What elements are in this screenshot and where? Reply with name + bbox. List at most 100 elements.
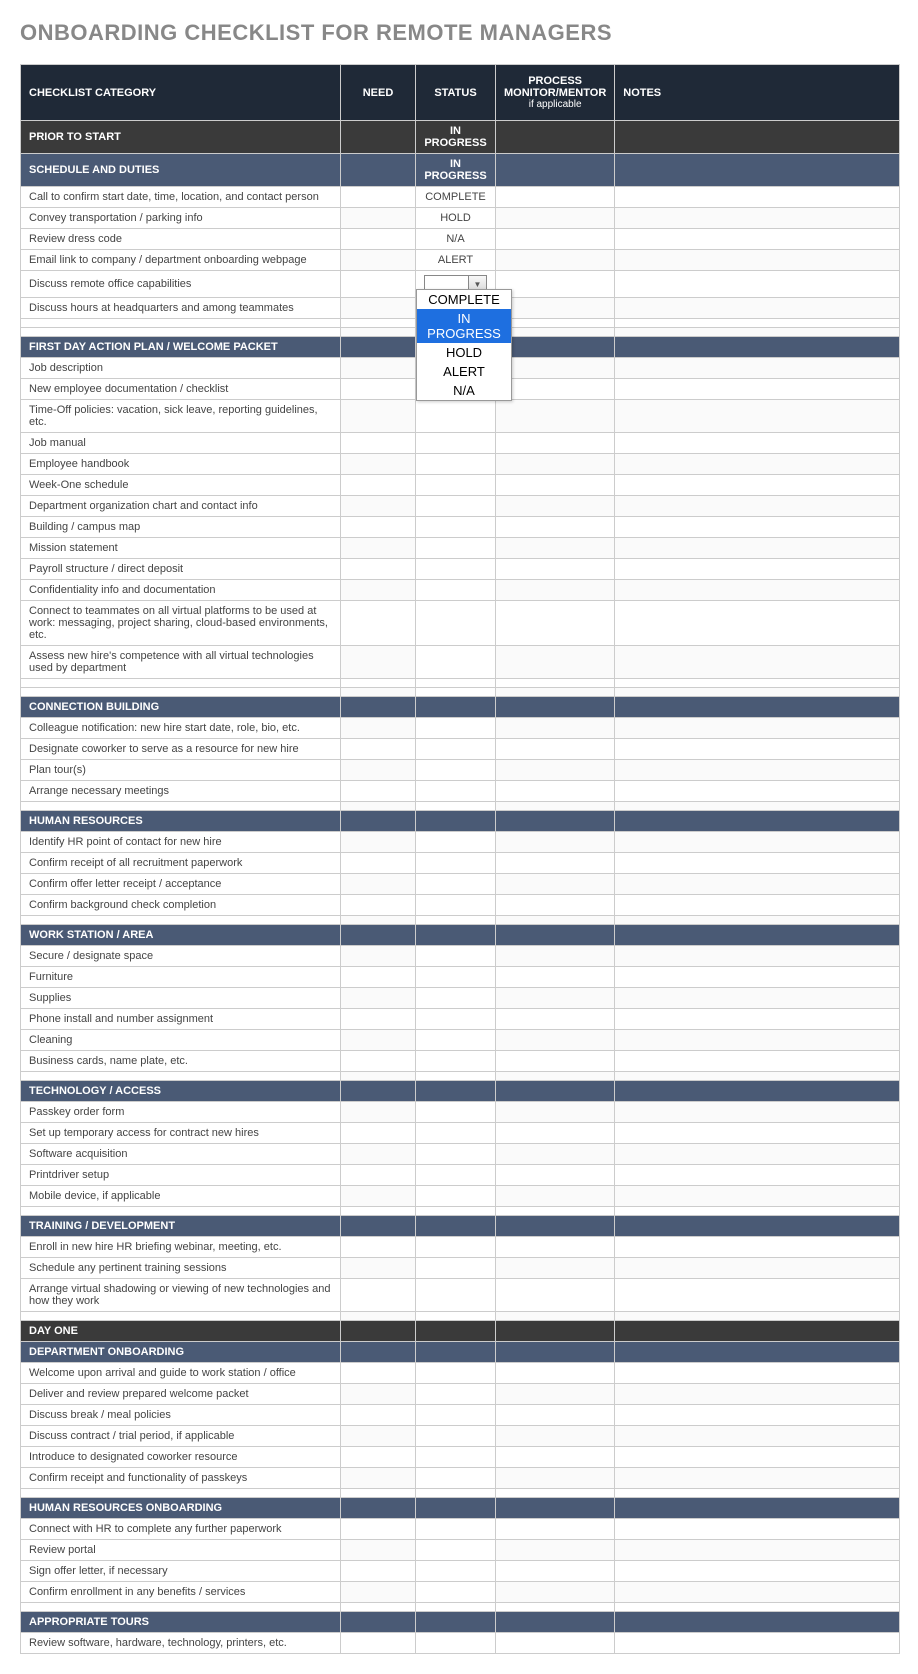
pm-cell[interactable]: [496, 1582, 615, 1603]
status-cell[interactable]: [416, 1603, 496, 1612]
dropdown-option[interactable]: HOLD: [417, 343, 511, 362]
need-cell[interactable]: [341, 1237, 416, 1258]
need-cell[interactable]: [341, 1633, 416, 1654]
pm-cell[interactable]: [496, 1258, 615, 1279]
status-cell[interactable]: [416, 646, 496, 679]
notes-cell[interactable]: [615, 832, 900, 853]
pm-cell[interactable]: [496, 1633, 615, 1654]
notes-cell[interactable]: [615, 1561, 900, 1582]
status-cell[interactable]: HOLD: [416, 208, 496, 229]
need-cell[interactable]: [341, 1102, 416, 1123]
status-cell[interactable]: [416, 946, 496, 967]
need-cell[interactable]: [341, 1540, 416, 1561]
notes-cell[interactable]: [615, 433, 900, 454]
pm-cell[interactable]: [496, 433, 615, 454]
need-cell[interactable]: [341, 832, 416, 853]
status-cell[interactable]: [416, 1144, 496, 1165]
pm-cell[interactable]: [496, 475, 615, 496]
status-cell[interactable]: [416, 1009, 496, 1030]
status-cell[interactable]: [416, 1405, 496, 1426]
pm-cell[interactable]: [496, 1489, 615, 1498]
notes-cell[interactable]: [615, 874, 900, 895]
need-cell[interactable]: [341, 1489, 416, 1498]
need-cell[interactable]: [341, 1405, 416, 1426]
need-cell[interactable]: [341, 319, 416, 328]
need-cell[interactable]: [341, 967, 416, 988]
pm-cell[interactable]: [496, 1207, 615, 1216]
notes-cell[interactable]: [615, 271, 900, 298]
pm-cell[interactable]: [496, 967, 615, 988]
status-cell[interactable]: [416, 1072, 496, 1081]
pm-cell[interactable]: [496, 496, 615, 517]
pm-cell[interactable]: [496, 988, 615, 1009]
need-cell[interactable]: [341, 1030, 416, 1051]
pm-cell[interactable]: [496, 1009, 615, 1030]
status-cell[interactable]: [416, 1237, 496, 1258]
pm-cell[interactable]: [496, 1102, 615, 1123]
pm-cell[interactable]: [496, 517, 615, 538]
notes-cell[interactable]: [615, 1447, 900, 1468]
status-cell[interactable]: ▼COMPLETEIN PROGRESSHOLDALERTN/A: [416, 271, 496, 298]
pm-cell[interactable]: [496, 601, 615, 646]
notes-cell[interactable]: [615, 1384, 900, 1405]
pm-cell[interactable]: [496, 853, 615, 874]
notes-cell[interactable]: [615, 1540, 900, 1561]
need-cell[interactable]: [341, 1561, 416, 1582]
dropdown-option[interactable]: COMPLETE: [417, 290, 511, 309]
need-cell[interactable]: [341, 760, 416, 781]
pm-cell[interactable]: [496, 1072, 615, 1081]
status-dropdown-list[interactable]: COMPLETEIN PROGRESSHOLDALERTN/A: [416, 289, 512, 401]
notes-cell[interactable]: [615, 1363, 900, 1384]
pm-cell[interactable]: [496, 1603, 615, 1612]
need-cell[interactable]: [341, 718, 416, 739]
pm-cell[interactable]: [496, 1426, 615, 1447]
status-cell[interactable]: [416, 718, 496, 739]
need-cell[interactable]: [341, 580, 416, 601]
status-cell[interactable]: [416, 1363, 496, 1384]
status-cell[interactable]: [416, 1279, 496, 1312]
notes-cell[interactable]: [615, 853, 900, 874]
pm-cell[interactable]: [496, 1237, 615, 1258]
need-cell[interactable]: [341, 646, 416, 679]
need-cell[interactable]: [341, 853, 416, 874]
need-cell[interactable]: [341, 1426, 416, 1447]
pm-cell[interactable]: [496, 1123, 615, 1144]
need-cell[interactable]: [341, 688, 416, 697]
pm-cell[interactable]: [496, 874, 615, 895]
pm-cell[interactable]: [496, 328, 615, 337]
notes-cell[interactable]: [615, 781, 900, 802]
need-cell[interactable]: [341, 379, 416, 400]
pm-cell[interactable]: [496, 781, 615, 802]
status-cell[interactable]: [416, 688, 496, 697]
pm-cell[interactable]: [496, 250, 615, 271]
need-cell[interactable]: [341, 1603, 416, 1612]
notes-cell[interactable]: [615, 229, 900, 250]
pm-cell[interactable]: [496, 760, 615, 781]
pm-cell[interactable]: [496, 358, 615, 379]
need-cell[interactable]: [341, 946, 416, 967]
notes-cell[interactable]: [615, 967, 900, 988]
status-cell[interactable]: [416, 1633, 496, 1654]
need-cell[interactable]: [341, 454, 416, 475]
pm-cell[interactable]: [496, 1051, 615, 1072]
pm-cell[interactable]: [496, 1312, 615, 1321]
status-cell[interactable]: [416, 988, 496, 1009]
notes-cell[interactable]: [615, 601, 900, 646]
notes-cell[interactable]: [615, 916, 900, 925]
status-cell[interactable]: [416, 781, 496, 802]
pm-cell[interactable]: [496, 832, 615, 853]
pm-cell[interactable]: [496, 1363, 615, 1384]
status-cell[interactable]: [416, 475, 496, 496]
status-cell[interactable]: [416, 1186, 496, 1207]
pm-cell[interactable]: [496, 1447, 615, 1468]
status-cell[interactable]: [416, 1582, 496, 1603]
status-cell[interactable]: [416, 1102, 496, 1123]
need-cell[interactable]: [341, 988, 416, 1009]
need-cell[interactable]: [341, 433, 416, 454]
status-cell[interactable]: ALERT: [416, 250, 496, 271]
notes-cell[interactable]: [615, 646, 900, 679]
status-cell[interactable]: [416, 400, 496, 433]
status-cell[interactable]: [416, 580, 496, 601]
notes-cell[interactable]: [615, 718, 900, 739]
status-cell[interactable]: [416, 802, 496, 811]
